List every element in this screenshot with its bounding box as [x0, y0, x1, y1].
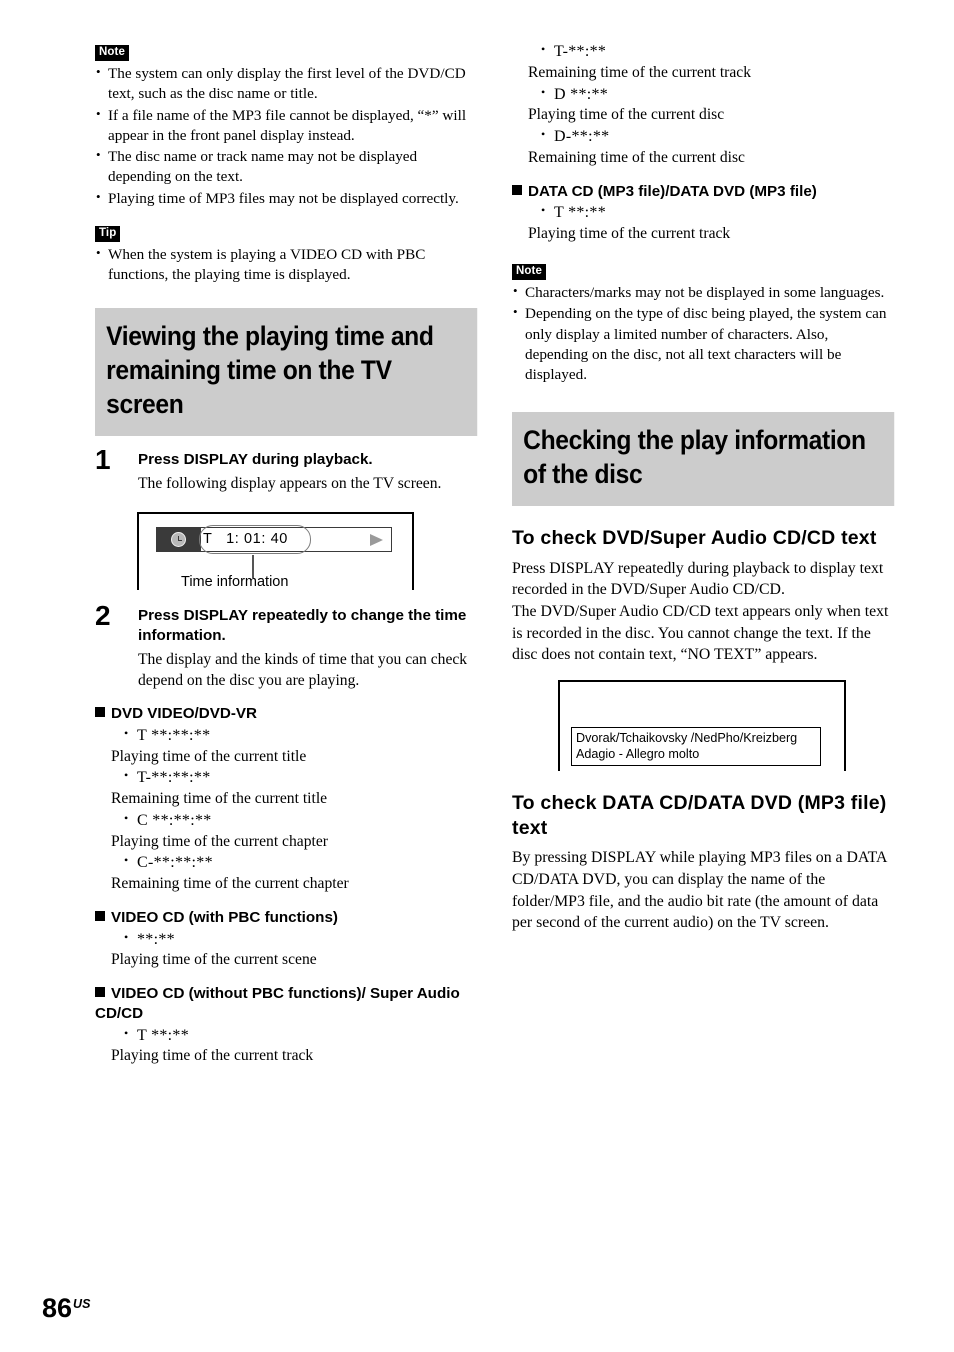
sub-heading-video-cd-with-pbc: VIDEO CD (with PBC functions)	[95, 908, 477, 928]
code-list-data-cd: T **:** Playing time of the current trac…	[512, 203, 894, 245]
step-2: 2 Press DISPLAY repeatedly to change the…	[95, 602, 477, 691]
step-body: The display and the kinds of time that y…	[138, 650, 468, 689]
step-1: 1 Press DISPLAY during playback. The fol…	[95, 446, 477, 494]
figure-tv-time-display: T 1: 01: 40 Time information	[137, 512, 414, 591]
list-item: The system can only display the first le…	[95, 63, 477, 104]
note-badge: Note	[95, 45, 129, 62]
time-code-description: Remaining time of the current disc	[528, 148, 745, 166]
note-badge-wrap-right: Note	[512, 261, 894, 281]
time-code-description: Playing time of the current title	[111, 747, 307, 765]
tip-badge: Tip	[95, 225, 121, 242]
list-item: Playing time of MP3 files may not be dis…	[95, 188, 477, 209]
section-heading-checking-play-information: Checking the play information of the dis…	[512, 412, 894, 506]
figure-caption: Time information	[181, 574, 289, 591]
square-bullet-icon	[95, 910, 105, 921]
list-item: C **:**:** Playing time of the current c…	[111, 811, 477, 853]
tip-badge-wrap: Tip	[95, 223, 477, 242]
right-note-list: Characters/marks may not be displayed in…	[512, 282, 894, 385]
step-body: The following display appears on the TV …	[138, 474, 442, 492]
sub-heading-data-cd-dvd: DATA CD (MP3 file)/DATA DVD (MP3 file)	[512, 182, 894, 202]
sub-heading-video-cd-without-pbc: VIDEO CD (without PBC functions)/ Super …	[95, 984, 477, 1024]
time-code-description: Playing time of the current track	[111, 1047, 314, 1065]
figure-text-line-2: Adagio - Allegro molto	[576, 747, 700, 762]
list-item: When the system is playing a VIDEO CD wi…	[95, 244, 477, 285]
clock-icon	[171, 532, 186, 548]
code-list-video-cd-pbc: **:** Playing time of the current scene	[95, 930, 477, 972]
page-number: 86US	[42, 1295, 90, 1322]
osd-status-bar: T 1: 01: 40	[156, 525, 392, 555]
sub-title-check-data-cd-text: To check DATA CD/DATA DVD (MP3 file) tex…	[512, 791, 887, 839]
sub-heading-label: VIDEO CD (with PBC functions)	[111, 908, 338, 926]
time-code: **:**	[137, 930, 175, 948]
step-number: 2	[95, 600, 111, 632]
list-item: If a file name of the MP3 file cannot be…	[95, 105, 477, 146]
square-bullet-icon	[95, 706, 105, 717]
page-region-suffix: US	[73, 1297, 91, 1311]
paragraph: Press DISPLAY repeatedly during playback…	[512, 559, 884, 599]
figure-disc-text-display: Dvorak/Tchaikovsky /NedPho/Kreizberg Ada…	[558, 679, 846, 771]
list-item: The disc name or track name may not be d…	[95, 146, 477, 187]
time-code: T **:**:**	[137, 726, 211, 744]
time-code: T **:**	[137, 1026, 190, 1044]
sub-title-check-dvd-text: To check DVD/Super Audio CD/CD text	[512, 527, 877, 549]
sub-heading-dvd-video: DVD VIDEO/DVD-VR	[95, 704, 477, 724]
time-code-description: Playing time of the current disc	[528, 106, 725, 124]
time-code: D **:**	[554, 85, 609, 103]
time-code-description: Playing time of the current scene	[111, 951, 317, 969]
code-list-video-cd-nopbc: T **:** Playing time of the current trac…	[95, 1026, 477, 1068]
time-code: T-**:**	[554, 43, 607, 60]
list-item: T **:** Playing time of the current trac…	[528, 203, 894, 245]
left-note-list: The system can only display the first le…	[95, 63, 477, 209]
sub-heading-label: VIDEO CD (without PBC functions)/ Super …	[95, 985, 460, 1022]
list-item: Depending on the type of disc being play…	[512, 303, 894, 385]
square-bullet-icon	[512, 184, 522, 195]
time-code-description: Remaining time of the current track	[528, 63, 751, 81]
sub-heading-label: DATA CD (MP3 file)/DATA DVD (MP3 file)	[528, 182, 817, 200]
time-code: C-**:**:**	[137, 854, 213, 872]
sub-heading-label: DVD VIDEO/DVD-VR	[111, 704, 257, 722]
list-item: C-**:**:** Remaining time of the current…	[111, 853, 477, 895]
time-code: T **:**	[554, 204, 607, 222]
callout-oval	[199, 525, 311, 555]
section-heading-viewing-playing-time: Viewing the playing time and remaining t…	[95, 308, 477, 437]
note-badge: Note	[512, 263, 546, 281]
list-item: D **:** Playing time of the current disc	[528, 85, 894, 127]
time-code: T-**:**:**	[137, 769, 211, 787]
time-code: C **:**:**	[137, 811, 212, 829]
right-column: T-**:** Remaining time of the current tr…	[512, 42, 894, 934]
osd-clock-box	[157, 528, 201, 552]
list-item: T **:**:** Playing time of the current t…	[111, 726, 477, 768]
left-column: Note The system can only display the fir…	[95, 42, 477, 1068]
step-title: Press DISPLAY during playback.	[138, 451, 373, 469]
list-item: T **:** Playing time of the current trac…	[111, 1026, 477, 1068]
list-item: Characters/marks may not be displayed in…	[512, 282, 894, 303]
time-code: D-**:**	[554, 128, 610, 146]
manual-page: Note The system can only display the fir…	[0, 0, 954, 1352]
step-title: Press DISPLAY repeatedly to change the t…	[138, 607, 467, 644]
square-bullet-icon	[95, 987, 105, 998]
code-list-continued: T-**:** Remaining time of the current tr…	[512, 42, 894, 169]
left-tip-list: When the system is playing a VIDEO CD wi…	[95, 244, 477, 285]
note-badge-wrap: Note	[95, 42, 477, 62]
page-number-value: 86	[42, 1293, 73, 1323]
time-code-description: Remaining time of the current title	[111, 790, 328, 808]
time-code-description: Remaining time of the current chapter	[111, 875, 349, 893]
figure-text-line-1: Dvorak/Tchaikovsky /NedPho/Kreizberg	[576, 730, 798, 745]
list-item: T-**:**:** Remaining time of the current…	[111, 768, 477, 810]
list-item: T-**:** Remaining time of the current tr…	[528, 42, 894, 84]
code-list-dvd-video: T **:**:** Playing time of the current t…	[95, 726, 477, 895]
step-number: 1	[95, 444, 111, 476]
list-item: **:** Playing time of the current scene	[111, 930, 477, 972]
time-code-description: Playing time of the current track	[528, 225, 731, 243]
paragraph: The DVD/Super Audio CD/CD text appears o…	[512, 603, 889, 664]
list-item: D-**:** Remaining time of the current di…	[528, 127, 894, 169]
figure-text-box: Dvorak/Tchaikovsky /NedPho/Kreizberg Ada…	[571, 726, 821, 767]
paragraph: By pressing DISPLAY while playing MP3 fi…	[512, 849, 887, 932]
time-code-description: Playing time of the current chapter	[111, 832, 328, 850]
play-triangle-icon	[370, 534, 383, 547]
